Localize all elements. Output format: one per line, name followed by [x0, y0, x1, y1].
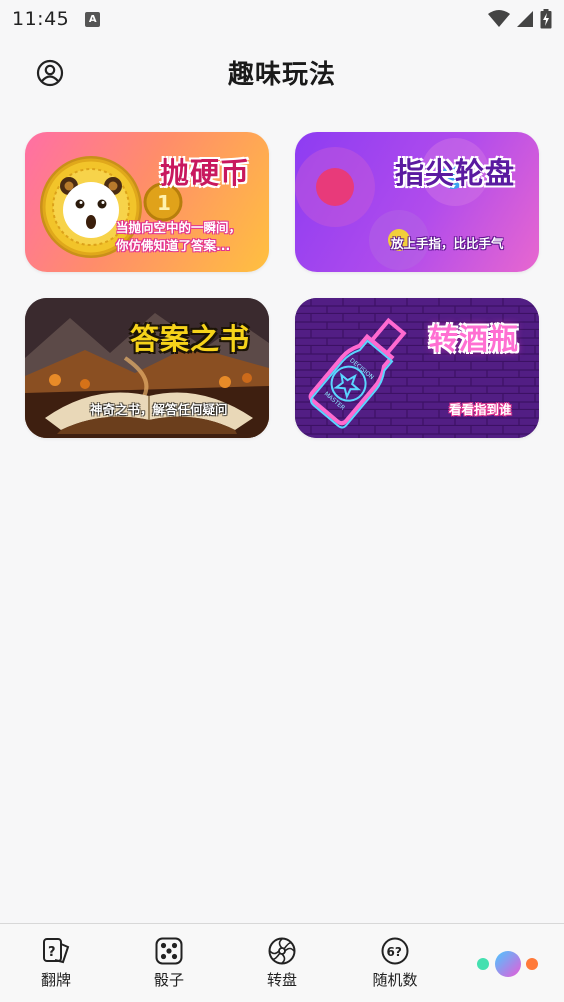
- page-title: 趣味玩法: [227, 59, 336, 90]
- card-subtitle-line2: 你仿佛知道了答案...: [116, 238, 231, 253]
- bottom-nav: ? 翻牌 骰子 转盘 6? 随机数: [0, 923, 564, 1002]
- card-title: 转酒瓶: [429, 322, 520, 356]
- random-number-icon: 6?: [381, 937, 409, 965]
- svg-text:?: ?: [48, 945, 56, 960]
- notification-icon: A: [85, 11, 101, 27]
- card-title: 指尖轮盘: [395, 156, 516, 190]
- status-time: 11:45: [12, 8, 70, 30]
- nav-label: 随机数: [372, 971, 418, 989]
- card-title: 答案之书: [130, 322, 251, 356]
- svg-text:1: 1: [157, 191, 171, 215]
- coin-flip-card[interactable]: 1 抛硬币 当抛向空中的一瞬间， 你仿佛知道了答案...: [25, 132, 269, 272]
- nav-label: 翻牌: [40, 971, 71, 989]
- card-flip-icon: ?: [43, 938, 70, 964]
- status-bar: 11:45 A: [0, 0, 564, 38]
- card-subtitle-line1: 当抛向空中的一瞬间，: [116, 220, 242, 235]
- card-title: 抛硬币: [160, 156, 251, 190]
- dice-icon: [155, 937, 183, 965]
- random-number-glyph: 6?: [387, 945, 402, 959]
- nav-item-wheel[interactable]: 转盘: [247, 936, 317, 990]
- app-header: 趣味玩法: [0, 44, 564, 100]
- color-dots-icon[interactable]: [473, 944, 543, 984]
- user-circle-icon[interactable]: [36, 59, 64, 87]
- status-icons: [488, 9, 552, 29]
- nav-item-card-flip[interactable]: ? 翻牌: [21, 936, 91, 990]
- spin-bottle-card[interactable]: DECISION MASTER 转酒瓶 看看指到谁: [295, 298, 539, 438]
- nav-item-random-number[interactable]: 6? 随机数: [360, 936, 430, 990]
- book-of-answers-card[interactable]: 答案之书 神奇之书，解答任何疑问: [25, 298, 269, 438]
- card-subtitle-line1: 看看指到谁: [449, 402, 512, 417]
- cellular-signal-icon: [517, 11, 533, 27]
- wheel-icon: [268, 937, 296, 965]
- nav-label: 骰子: [153, 971, 184, 989]
- finger-roulette-card[interactable]: 指尖轮盘 放上手指，比比手气: [295, 132, 539, 272]
- card-subtitle-line1: 放上手指，比比手气: [391, 236, 504, 251]
- wifi-icon: [488, 10, 510, 27]
- nav-item-dice[interactable]: 骰子: [134, 936, 204, 990]
- nav-label: 转盘: [266, 971, 297, 989]
- battery-charging-icon: [540, 9, 552, 29]
- card-subtitle-line1: 神奇之书，解答任何疑问: [90, 402, 228, 417]
